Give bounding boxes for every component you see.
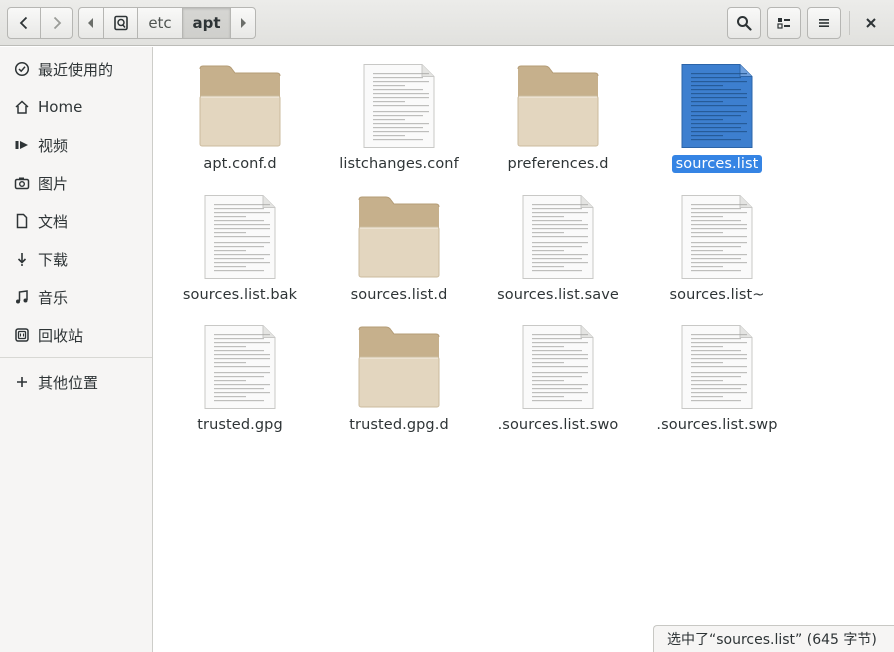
sidebar-item-label: 下载 — [38, 250, 69, 269]
close-window-button[interactable] — [855, 7, 887, 39]
drive-harddisk-icon — [113, 15, 128, 31]
file-item[interactable]: sources.list.save — [483, 192, 633, 312]
file-item[interactable]: .sources.list.swo — [483, 322, 633, 442]
text-file-icon — [192, 322, 288, 410]
selection-status: 选中了“sources.list” (645 字节) — [653, 625, 894, 652]
home-icon — [13, 99, 30, 116]
search-button[interactable] — [727, 7, 761, 39]
sidebar-item-label: 最近使用的 — [38, 60, 114, 79]
text-file-icon — [351, 61, 447, 149]
text-file-icon — [669, 192, 765, 280]
file-name: .sources.list.swp — [656, 417, 778, 433]
file-name: sources.list.save — [497, 287, 619, 303]
sidebar-item-home[interactable]: Home — [0, 90, 152, 124]
text-file-icon — [192, 192, 288, 280]
folder-icon — [510, 61, 606, 149]
pan-end-icon — [241, 18, 246, 28]
plus-icon — [13, 374, 30, 391]
file-item[interactable]: listchanges.conf — [324, 61, 474, 181]
pan-start-icon — [88, 18, 93, 28]
folder-item[interactable]: sources.list.d — [324, 192, 474, 312]
folder-icon — [351, 322, 447, 410]
forward-button[interactable] — [40, 7, 73, 39]
file-name: sources.list.d — [350, 287, 448, 303]
file-name: .sources.list.swo — [497, 417, 619, 433]
sidebar-separator — [0, 357, 152, 358]
file-name: listchanges.conf — [339, 156, 459, 172]
file-item[interactable]: trusted.gpg — [165, 322, 315, 442]
document-icon — [13, 213, 30, 230]
file-name: sources.list.bak — [182, 287, 298, 303]
text-file-selected-icon — [669, 61, 765, 149]
folder-icon — [351, 192, 447, 280]
go-next-icon — [53, 16, 61, 30]
file-name: sources.list~ — [669, 287, 765, 303]
file-view: apt.conf.d listchanges.conf preferences.d s… — [154, 47, 894, 652]
close-icon — [866, 18, 876, 28]
sidebar-item-label: Home — [38, 98, 83, 116]
text-file-icon — [510, 192, 606, 280]
camera-icon — [13, 175, 30, 192]
clock-icon — [13, 61, 30, 78]
hamburger-menu-icon — [819, 19, 829, 27]
view-list-icon — [777, 18, 790, 29]
folder-item[interactable]: apt.conf.d — [165, 61, 315, 181]
breadcrumb-scroll-left-button[interactable] — [78, 7, 104, 39]
sidebar-item-label: 回收站 — [38, 326, 84, 345]
header-bar: etc apt — [0, 0, 894, 46]
search-icon — [737, 16, 752, 31]
sidebar-item-other-locations[interactable]: 其他位置 — [0, 365, 152, 399]
breadcrumb-root-button[interactable] — [103, 7, 138, 39]
breadcrumb-segment-apt[interactable]: apt — [182, 7, 231, 39]
breadcrumb-segment-etc[interactable]: etc — [137, 7, 183, 39]
sidebar-item-pictures[interactable]: 图片 — [0, 166, 152, 200]
file-name: trusted.gpg — [197, 417, 283, 433]
breadcrumb-scroll-right-button[interactable] — [230, 7, 256, 39]
file-item[interactable]: .sources.list.swp — [642, 322, 792, 442]
back-button[interactable] — [7, 7, 41, 39]
sidebar-item-documents[interactable]: 文档 — [0, 204, 152, 238]
trash-icon — [13, 327, 30, 344]
sidebar-item-videos[interactable]: 视频 — [0, 128, 152, 162]
text-file-icon — [669, 322, 765, 410]
folder-icon — [192, 61, 288, 149]
file-name: trusted.gpg.d — [349, 417, 449, 433]
folder-item[interactable]: trusted.gpg.d — [324, 322, 474, 442]
sidebar-item-trash[interactable]: 回收站 — [0, 318, 152, 352]
sidebar-item-label: 文档 — [38, 212, 69, 231]
sidebar-item-label: 图片 — [38, 174, 69, 193]
header-separator — [849, 11, 850, 35]
video-icon — [13, 137, 30, 154]
sidebar-item-music[interactable]: 音乐 — [0, 280, 152, 314]
music-icon — [13, 289, 30, 306]
sidebar: 最近使用的 Home 视频 图片 文档 下载 音乐 回收站 其他位置 — [0, 47, 153, 652]
file-name: sources.list — [671, 155, 763, 173]
folder-item[interactable]: preferences.d — [483, 61, 633, 181]
sidebar-item-recent[interactable]: 最近使用的 — [0, 52, 152, 86]
download-icon — [13, 251, 30, 268]
text-file-icon — [510, 322, 606, 410]
file-item[interactable]: sources.list~ — [642, 192, 792, 312]
sidebar-item-label: 其他位置 — [38, 373, 99, 392]
sidebar-item-downloads[interactable]: 下载 — [0, 242, 152, 276]
file-item[interactable]: sources.list.bak — [165, 192, 315, 312]
file-item[interactable]: sources.list — [642, 61, 792, 181]
view-mode-button[interactable] — [767, 7, 801, 39]
sidebar-item-label: 视频 — [38, 136, 69, 155]
file-name: preferences.d — [507, 156, 609, 172]
main-menu-button[interactable] — [807, 7, 841, 39]
sidebar-item-label: 音乐 — [38, 288, 69, 307]
file-name: apt.conf.d — [203, 156, 277, 172]
go-previous-icon — [19, 16, 28, 30]
